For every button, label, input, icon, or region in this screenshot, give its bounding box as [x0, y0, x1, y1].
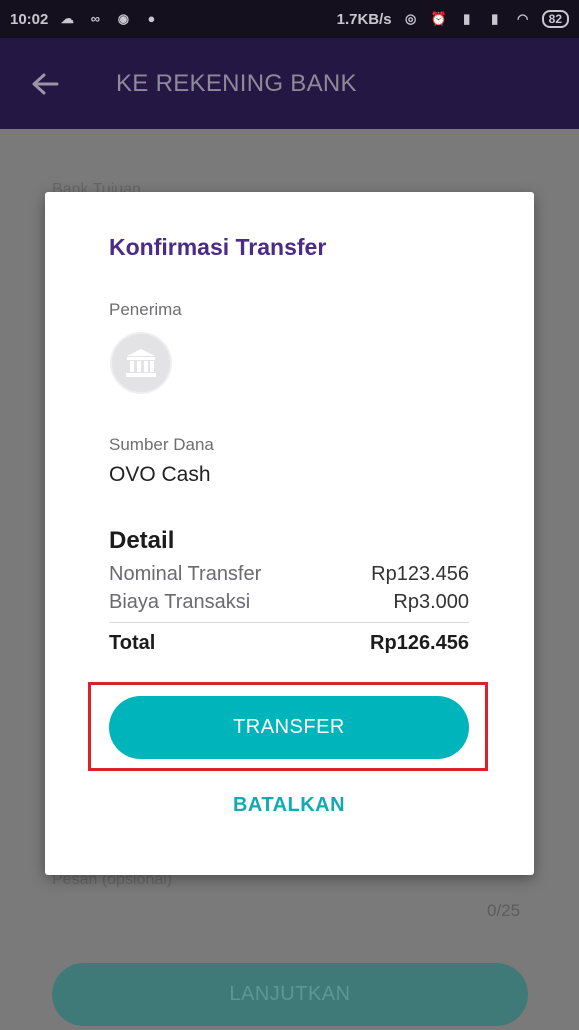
detail-row-value: Rp3.000: [393, 591, 469, 613]
location-icon: ◎: [404, 11, 417, 26]
recipient-label: Penerima: [109, 300, 182, 319]
divider: [109, 622, 469, 623]
transfer-button[interactable]: TRANSFER: [109, 696, 469, 759]
dialog-title: Konfirmasi Transfer: [109, 234, 327, 260]
battery-icon: 82: [541, 10, 569, 28]
detail-heading: Detail: [109, 527, 175, 554]
link-icon: ∞: [90, 11, 101, 26]
detail-row: Nominal Transfer Rp123.456: [109, 563, 469, 586]
detail-row-value: Rp123.456: [371, 563, 469, 585]
status-bar-left: 10:02 ☁ ∞ ◉ ●: [10, 11, 160, 28]
bank-icon: [126, 349, 156, 377]
status-bar: 10:02 ☁ ∞ ◉ ● 1.7KB/s ◎ ⏰ ▮ ▮ ◠ 82: [0, 0, 579, 38]
bulb-icon: ●: [147, 11, 156, 26]
signal-icon-2: ▮: [491, 11, 499, 26]
total-row: Total Rp126.456: [109, 632, 469, 655]
signal-icon: ▮: [463, 11, 471, 26]
total-label: Total: [109, 632, 156, 654]
detail-row-label: Biaya Transaksi: [109, 591, 251, 613]
network-speed: 1.7KB/s: [336, 10, 392, 28]
source-value: OVO Cash: [109, 463, 211, 486]
recipient-avatar: [110, 332, 172, 394]
source-label: Sumber Dana: [109, 435, 214, 454]
cloud-icon: ☁: [60, 11, 74, 26]
back-button[interactable]: [0, 38, 90, 129]
char-counter: 0/25: [487, 901, 521, 920]
detail-row: Biaya Transaksi Rp3.000: [109, 591, 469, 614]
clock: 10:02: [10, 10, 49, 28]
confirmation-dialog: Konfirmasi Transfer Penerima Sumber Dana…: [45, 192, 534, 875]
alarm-icon: ⏰: [430, 11, 447, 26]
page-title: KE REKENING BANK: [116, 69, 357, 97]
wifi-icon: ◠: [516, 11, 529, 26]
app-bar: KE REKENING BANK: [0, 38, 579, 129]
detail-row-label: Nominal Transfer: [109, 563, 262, 585]
continue-button[interactable]: LANJUTKAN: [52, 963, 528, 1026]
status-bar-right: 1.7KB/s ◎ ⏰ ▮ ▮ ◠ 82: [337, 10, 569, 28]
total-value: Rp126.456: [370, 632, 469, 654]
arrow-left-icon: [32, 73, 59, 94]
cancel-button[interactable]: BATALKAN: [109, 787, 469, 823]
app-notification-icon: ◉: [117, 11, 130, 26]
